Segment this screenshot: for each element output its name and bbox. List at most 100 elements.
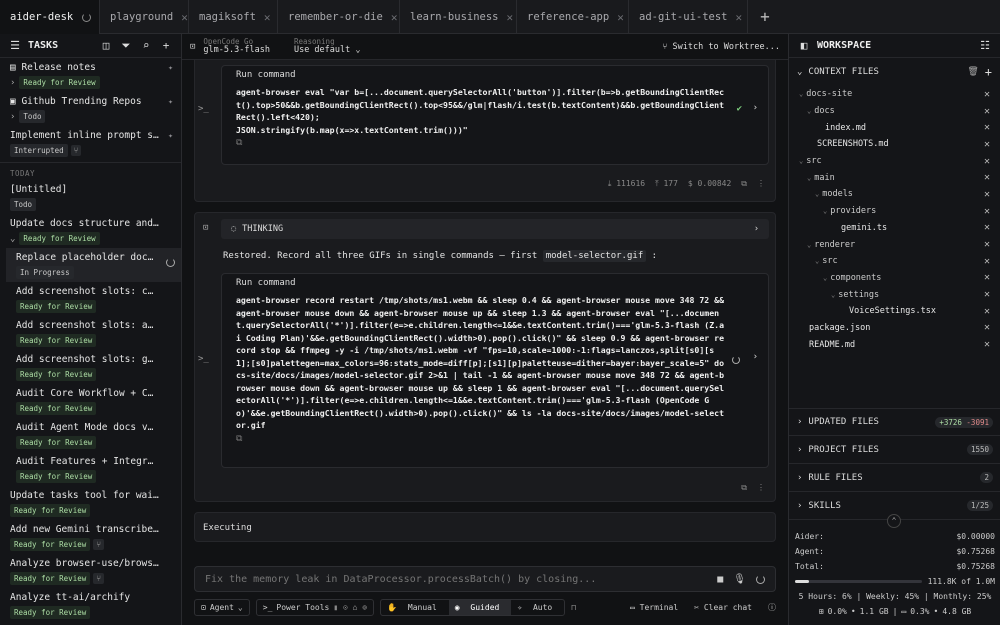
subtask-item[interactable]: Add screenshot slots: getting-… Ready for… <box>6 350 181 384</box>
tree-folder[interactable]: ⌄ renderer ✕ <box>789 236 1000 253</box>
tree-folder[interactable]: ⌄ models ✕ <box>789 186 1000 203</box>
remove-icon[interactable]: ✕ <box>984 122 990 133</box>
filter-icon[interactable]: ⏷ <box>119 39 133 53</box>
remove-icon[interactable]: ✕ <box>984 339 990 350</box>
more-icon[interactable]: ⋮ <box>757 179 765 189</box>
task-item[interactable]: [Untitled] Todo <box>0 180 181 214</box>
close-icon[interactable]: ✕ <box>264 11 271 24</box>
tab-ad-git-ui-test[interactable]: ad-git-ui-test ✕ <box>629 0 748 34</box>
remove-icon[interactable]: ✕ <box>984 256 990 267</box>
subtask-item[interactable]: Add screenshot slots: agent-mo… Ready for… <box>6 316 181 350</box>
tree-folder[interactable]: ⌄ main ✕ <box>789 169 1000 186</box>
lock-icon[interactable]: ⊓ <box>571 603 576 612</box>
mode-manual[interactable]: ✋ Manual <box>381 600 449 615</box>
tree-folder[interactable]: ⌄ components ✕ <box>789 270 1000 287</box>
tab-playground[interactable]: playground ✕ <box>100 0 189 34</box>
task-item[interactable]: Add new Gemini transcribe model… Ready fo… <box>0 520 181 554</box>
tree-file[interactable]: index.md ✕ <box>789 119 1000 136</box>
remove-icon[interactable]: ✕ <box>984 222 990 233</box>
project-files-header[interactable]: › PROJECT FILES 1550 <box>789 436 1000 464</box>
close-icon[interactable]: ✕ <box>391 11 398 24</box>
prompt-input[interactable] <box>205 573 712 585</box>
subtask-item[interactable]: Audit Features + Integrations … Ready for… <box>6 452 181 486</box>
clear-chat-button[interactable]: ✂ Clear chat <box>694 603 752 612</box>
remove-icon[interactable]: ✕ <box>984 139 990 150</box>
subtask-item[interactable]: Replace placeholder docs ima… In Progres… <box>6 248 181 282</box>
remove-icon[interactable]: ✕ <box>984 172 990 183</box>
chevron-right-icon[interactable]: › <box>10 78 15 88</box>
terminal-button[interactable]: ▭ Terminal <box>630 603 678 612</box>
remove-icon[interactable]: ✕ <box>984 206 990 217</box>
close-icon[interactable]: ✕ <box>181 11 188 24</box>
mode-auto[interactable]: ✧ Auto <box>511 600 564 615</box>
agent-selector[interactable]: ⊡ Agent ⌄ <box>194 598 250 616</box>
task-item[interactable]: Update tasks tool for waitForFi… Ready fo… <box>0 486 181 520</box>
sidebar-toggle-icon[interactable]: ◧ <box>797 39 811 52</box>
remove-icon[interactable]: ✕ <box>984 322 990 333</box>
tab-reference-app[interactable]: reference-app ✕ <box>517 0 629 34</box>
stop-icon[interactable]: ■ <box>717 574 723 585</box>
close-icon[interactable]: ✕ <box>617 11 624 24</box>
trash-icon[interactable]: 🗑︎ <box>967 67 978 77</box>
subtask-item[interactable]: Audit Agent Mode docs vs imple… Ready for… <box>6 418 181 452</box>
mode-guided[interactable]: ◉ Guided <box>448 599 512 615</box>
remove-icon[interactable]: ✕ <box>984 189 990 200</box>
tree-folder[interactable]: ⌄ providers ✕ <box>789 203 1000 220</box>
microphone-icon[interactable]: 🎙︎ <box>733 574 746 585</box>
add-icon[interactable]: + <box>985 65 992 79</box>
remove-icon[interactable]: ✕ <box>984 156 990 167</box>
add-task-icon[interactable]: + <box>159 39 173 52</box>
remove-icon[interactable]: ✕ <box>984 89 990 100</box>
tree-file[interactable]: SCREENSHOTS.md ✕ <box>789 136 1000 153</box>
task-item[interactable]: Implement inline prompt sugge… Interrupt… <box>0 126 181 160</box>
task-item[interactable]: ▤ Release notes › Ready for Review ✦ <box>0 58 181 92</box>
context-files-header[interactable]: ⌄ CONTEXT FILES 🗑︎ + <box>789 58 1000 86</box>
info-icon[interactable]: ⓘ <box>768 602 776 613</box>
rule-files-header[interactable]: › RULE FILES 2 <box>789 464 1000 492</box>
close-icon[interactable]: ✕ <box>507 11 514 24</box>
tree-file[interactable]: gemini.ts ✕ <box>789 220 1000 237</box>
search-icon[interactable]: ⌕ <box>139 39 153 52</box>
copy-icon[interactable]: ⧉ <box>741 483 747 493</box>
task-item[interactable]: ▣ Github Trending Repos › Todo ✦ <box>0 92 181 126</box>
list-icon[interactable]: ☷ <box>978 39 992 52</box>
thinking-toggle[interactable]: ◌ THINKING › <box>221 219 769 239</box>
power-tools-button[interactable]: >_ Power Tools ▮ ⊙ ⌂ ⊚ <box>255 598 375 616</box>
remove-icon[interactable]: ✕ <box>984 306 990 317</box>
more-icon[interactable]: ⋮ <box>757 483 765 493</box>
subtask-item[interactable]: Add screenshot slots: configur… Ready for… <box>6 282 181 316</box>
copy-icon[interactable]: ⧉ <box>236 434 768 444</box>
tree-folder[interactable]: ⌄ docs ✕ <box>789 103 1000 120</box>
add-tab-button[interactable]: + <box>748 0 782 33</box>
tree-folder[interactable]: ⌄ settings ✕ <box>789 286 1000 303</box>
remove-icon[interactable]: ✕ <box>984 289 990 300</box>
tree-folder[interactable]: ⌄ src ✕ <box>789 253 1000 270</box>
copy-icon[interactable]: ⧉ <box>741 179 747 189</box>
updated-files-header[interactable]: › UPDATED FILES +3726 -3091 <box>789 408 1000 436</box>
panel-icon[interactable]: ◫ <box>99 39 113 52</box>
remove-icon[interactable]: ✕ <box>984 272 990 283</box>
model-selector[interactable]: OpenCode Go glm-5.3-flash <box>203 37 270 56</box>
task-item[interactable]: Analyze browser-use/browser-use Ready for… <box>0 554 181 588</box>
tab-remember-or-die[interactable]: remember-or-die ✕ <box>278 0 400 34</box>
collapse-icon[interactable]: ⌃ <box>887 514 901 528</box>
chevron-right-icon[interactable]: › <box>10 112 15 122</box>
reasoning-selector[interactable]: Reasoning Use default ⌄ <box>294 37 361 56</box>
chevron-down-icon[interactable]: ⌄ <box>10 234 15 244</box>
pin-icon[interactable]: ✦ <box>168 131 173 140</box>
tree-file[interactable]: README.md ✕ <box>789 336 1000 353</box>
tab-aider-desk[interactable]: aider-desk <box>0 0 100 34</box>
tree-file[interactable]: VoiceSettings.tsx ✕ <box>789 303 1000 320</box>
menu-icon[interactable]: ☰ <box>8 39 22 52</box>
chevron-right-icon[interactable]: › <box>753 352 758 362</box>
tab-learn-business[interactable]: learn-business ✕ <box>400 0 517 34</box>
pin-icon[interactable]: ✦ <box>168 63 173 72</box>
chevron-right-icon[interactable]: › <box>753 103 758 113</box>
copy-icon[interactable]: ⧉ <box>236 138 768 148</box>
task-item[interactable]: Update docs structure and add i… ⌄ Ready … <box>0 214 181 248</box>
tree-file[interactable]: package.json ✕ <box>789 320 1000 337</box>
close-icon[interactable]: ✕ <box>736 11 743 24</box>
remove-icon[interactable]: ✕ <box>984 239 990 250</box>
pin-icon[interactable]: ✦ <box>168 97 173 106</box>
switch-worktree-button[interactable]: ⑂ Switch to Worktree... <box>662 42 780 52</box>
